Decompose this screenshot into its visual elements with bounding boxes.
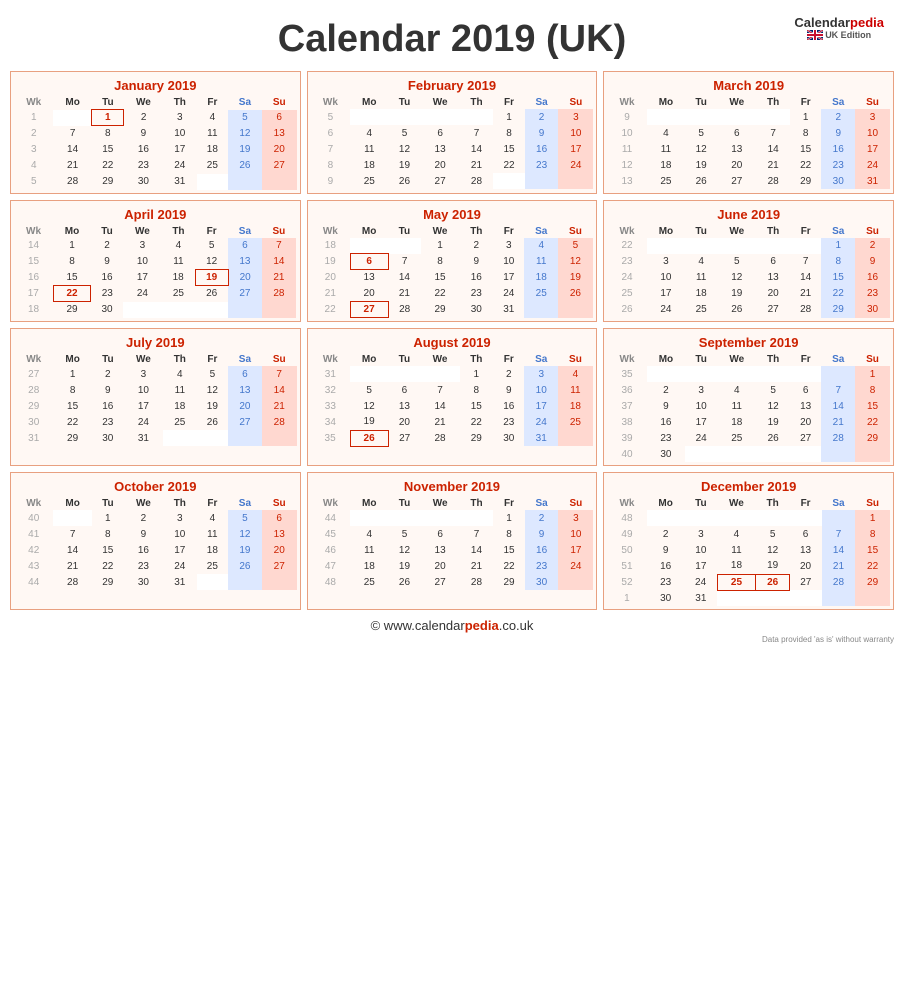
month-block-10: November 2019WkMoTuWeThFrSaSu44123454567… [307,472,598,610]
month-block-3: April 2019WkMoTuWeThFrSaSu14123456715891… [10,200,301,323]
month-title-4: May 2019 [311,204,594,225]
month-table-10: WkMoTuWeThFrSaSu441234545678910461112131… [311,497,594,590]
month-title-3: April 2019 [14,204,297,225]
month-table-7: WkMoTuWeThFrSaSu311234325678910113312131… [311,353,594,447]
month-block-11: December 2019WkMoTuWeThFrSaSu48149234567… [603,472,894,610]
month-block-6: July 2019WkMoTuWeThFrSaSu271234567288910… [10,328,301,466]
month-table-3: WkMoTuWeThFrSaSu141234567158910111213141… [14,225,297,318]
month-title-9: October 2019 [14,476,297,497]
uk-flag-icon [807,30,823,40]
calendars-grid: January 2019WkMoTuWeThFrSaSu112345627891… [10,71,894,610]
month-block-0: January 2019WkMoTuWeThFrSaSu112345627891… [10,71,301,194]
month-title-7: August 2019 [311,332,594,353]
month-title-6: July 2019 [14,332,297,353]
footer: © www.calendarpedia.co.uk [10,618,894,633]
month-block-5: June 2019WkMoTuWeThFrSaSu221223345678924… [603,200,894,323]
month-block-7: August 2019WkMoTuWeThFrSaSu3112343256789… [307,328,598,466]
month-table-9: WkMoTuWeThFrSaSu401234564178910111213421… [14,497,297,590]
footer-note: Data provided 'as is' without warranty [10,635,894,644]
month-table-11: WkMoTuWeThFrSaSu481492345678509101112131… [607,497,890,606]
month-table-1: WkMoTuWeThFrSaSu512364567891071112131415… [311,96,594,189]
month-table-2: WkMoTuWeThFrSaSu912310456789101111121314… [607,96,890,189]
month-block-2: March 2019WkMoTuWeThFrSaSu91231045678910… [603,71,894,194]
month-table-8: WkMoTuWeThFrSaSu351362345678379101112131… [607,353,890,462]
month-title-2: March 2019 [607,75,890,96]
page-title: Calendar 2019 (UK) Calendarpedia UK Edit… [10,10,894,65]
month-title-10: November 2019 [311,476,594,497]
logo: Calendarpedia UK Edition [794,15,884,40]
month-table-5: WkMoTuWeThFrSaSu221223345678924101112131… [607,225,890,318]
month-block-9: October 2019WkMoTuWeThFrSaSu401234564178… [10,472,301,610]
month-table-4: WkMoTuWeThFrSaSu181234519678910111220131… [311,225,594,319]
month-title-8: September 2019 [607,332,890,353]
month-title-5: June 2019 [607,204,890,225]
month-table-0: WkMoTuWeThFrSaSu112345627891011121331415… [14,96,297,190]
month-title-11: December 2019 [607,476,890,497]
month-title-1: February 2019 [311,75,594,96]
month-table-6: WkMoTuWeThFrSaSu271234567288910111213142… [14,353,297,446]
month-title-0: January 2019 [14,75,297,96]
month-block-1: February 2019WkMoTuWeThFrSaSu51236456789… [307,71,598,194]
month-block-8: September 2019WkMoTuWeThFrSaSu3513623456… [603,328,894,466]
month-block-4: May 2019WkMoTuWeThFrSaSu1812345196789101… [307,200,598,323]
